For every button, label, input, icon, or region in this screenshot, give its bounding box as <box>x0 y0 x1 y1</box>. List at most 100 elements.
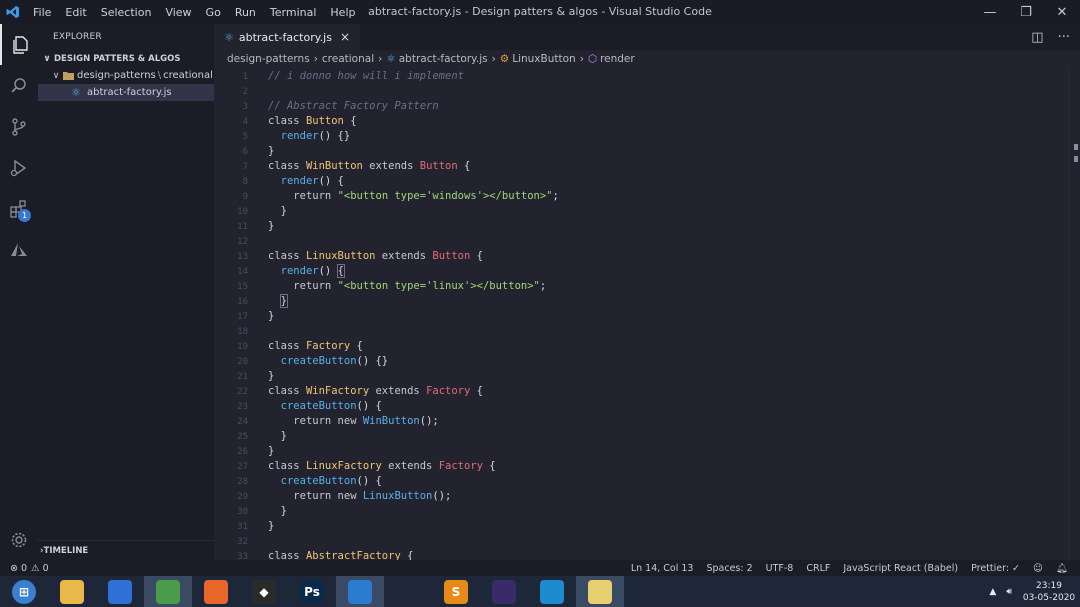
code-line[interactable]: 32 <box>214 534 1064 549</box>
code-line[interactable]: 24 return new WinButton(); <box>214 414 1064 429</box>
cursor-position[interactable]: Ln 14, Col 13 <box>631 563 694 574</box>
encoding[interactable]: UTF-8 <box>766 563 794 574</box>
indentation[interactable]: Spaces: 2 <box>706 563 752 574</box>
menu-item-selection[interactable]: Selection <box>94 6 159 19</box>
taskbar-app[interactable] <box>528 576 576 607</box>
code-line[interactable]: 29 return new LinuxButton(); <box>214 489 1064 504</box>
taskbar-app[interactable]: ⊞ <box>0 576 48 607</box>
line-number: 13 <box>237 252 248 262</box>
code-token: } <box>268 220 275 232</box>
taskbar-app[interactable] <box>480 576 528 607</box>
taskbar-app[interactable] <box>144 576 192 607</box>
folder-row-design-patterns[interactable]: ∨ design-patterns \ creational <box>38 67 214 84</box>
explorer-icon[interactable] <box>0 24 38 65</box>
menu-item-file[interactable]: File <box>26 6 58 19</box>
code-line[interactable]: 5 render() {} <box>214 129 1064 144</box>
file-row-abtract-factory[interactable]: ⚛ abtract-factory.js <box>38 84 214 101</box>
code-line[interactable]: 19 class Factory { <box>214 339 1064 354</box>
code-line[interactable]: 2 <box>214 84 1064 99</box>
taskbar-app[interactable] <box>384 576 432 607</box>
code-line[interactable]: 23 createButton() { <box>214 399 1064 414</box>
restore-icon[interactable]: ❐ <box>1008 0 1044 24</box>
code-line[interactable]: 13 class LinuxButton extends Button { <box>214 249 1064 264</box>
code-line[interactable]: 10 } <box>214 204 1064 219</box>
taskbar-app[interactable]: Ps <box>288 576 336 607</box>
taskbar-app[interactable] <box>48 576 96 607</box>
breadcrumb-file[interactable]: abtract-factory.js <box>399 53 488 65</box>
code-line[interactable]: 12 <box>214 234 1064 249</box>
split-editor-icon[interactable]: ◫ <box>1031 30 1043 45</box>
run-debug-icon[interactable] <box>0 147 38 188</box>
code-line[interactable]: 33 class AbstractFactory { <box>214 549 1064 560</box>
clock[interactable]: 23:19 03-05-2020 <box>1018 580 1080 604</box>
code-line[interactable]: 22 class WinFactory extends Factory { <box>214 384 1064 399</box>
code-line[interactable]: 3 // Abstract Factory Pattern <box>214 99 1064 114</box>
folder-icon <box>63 71 77 80</box>
code-token: return <box>293 280 338 292</box>
code-line[interactable]: 17} <box>214 309 1064 324</box>
line-number: 15 <box>237 282 248 292</box>
code-line[interactable]: 1 // i donno how will i implement <box>214 69 1064 84</box>
search-icon[interactable] <box>0 65 38 106</box>
feedback-icon[interactable]: ☺ <box>1033 563 1043 574</box>
taskbar-app[interactable] <box>192 576 240 607</box>
more-actions-icon[interactable]: ··· <box>1058 30 1070 45</box>
errors-count[interactable]: ⊗ 0 <box>10 563 27 574</box>
code-line[interactable]: 21} <box>214 369 1064 384</box>
volume-icon[interactable]: 🔊︎ <box>1006 587 1012 597</box>
code-line[interactable]: 6} <box>214 144 1064 159</box>
code-line[interactable]: 7 class WinButton extends Button { <box>214 159 1064 174</box>
code-line[interactable]: 27 class LinuxFactory extends Factory { <box>214 459 1064 474</box>
minimize-icon[interactable]: — <box>972 0 1008 24</box>
code-line[interactable]: 31} <box>214 519 1064 534</box>
menu-item-view[interactable]: View <box>158 6 198 19</box>
show-hidden-icons-icon[interactable]: ▲ <box>989 587 996 597</box>
scrollbar[interactable] <box>1068 67 1080 560</box>
source-control-icon[interactable] <box>0 106 38 147</box>
line-number: 23 <box>237 402 248 412</box>
code-token: } <box>279 294 289 308</box>
line-endings[interactable]: CRLF <box>806 563 830 574</box>
breadcrumb-class[interactable]: LinuxButton <box>512 53 575 65</box>
code-line[interactable]: 18 <box>214 324 1064 339</box>
prettier-status[interactable]: Prettier: ✓ <box>971 563 1020 574</box>
code-editor[interactable]: 1// i donno how will i implement 2 3// Abs… <box>214 67 1080 560</box>
taskbar-app[interactable]: ◆ <box>240 576 288 607</box>
taskbar-app[interactable] <box>96 576 144 607</box>
menu-item-edit[interactable]: Edit <box>58 6 93 19</box>
code-line[interactable]: 16 } <box>214 294 1064 309</box>
code-line[interactable]: 14 render() { <box>214 264 1064 279</box>
bell-icon[interactable]: 🔔︎ <box>1056 563 1068 574</box>
taskbar-app[interactable]: S <box>432 576 480 607</box>
code-line[interactable]: 28 createButton() { <box>214 474 1064 489</box>
breadcrumb-method[interactable]: render <box>600 53 635 65</box>
close-icon[interactable]: × <box>340 30 350 44</box>
code-line[interactable]: 4 class Button { <box>214 114 1064 129</box>
code-line[interactable]: 11} <box>214 219 1064 234</box>
code-line[interactable]: 26} <box>214 444 1064 459</box>
code-line[interactable]: 20 createButton() {} <box>214 354 1064 369</box>
breadcrumb-subfolder[interactable]: creational <box>322 53 374 65</box>
taskbar-app[interactable] <box>576 576 624 607</box>
breadcrumb-folder[interactable]: design-patterns <box>227 53 310 65</box>
code-line[interactable]: 25 } <box>214 429 1064 444</box>
tab-abtract-factory[interactable]: ⚛ abtract-factory.js × <box>214 24 361 50</box>
code-token: LinuxButton <box>305 250 376 262</box>
language-mode[interactable]: JavaScript React (Babel) <box>843 563 958 574</box>
workspace-section[interactable]: ∨ DESIGN PATTERS & ALGOS <box>38 50 214 67</box>
warnings-count[interactable]: ⚠ 0 <box>31 563 49 574</box>
code-line[interactable]: 15 return "<button type='linux'></button… <box>214 279 1064 294</box>
taskbar-app[interactable] <box>336 576 384 607</box>
menu-item-run[interactable]: Run <box>228 6 263 19</box>
menu-item-help[interactable]: Help <box>323 6 362 19</box>
menu-item-go[interactable]: Go <box>199 6 228 19</box>
code-line[interactable]: 8 render() { <box>214 174 1064 189</box>
code-line[interactable]: 9 return "<button type='windows'></butto… <box>214 189 1064 204</box>
timeline-section[interactable]: › TIMELINE <box>38 540 214 560</box>
azure-icon[interactable] <box>0 229 38 270</box>
close-window-icon[interactable]: ✕ <box>1044 0 1080 24</box>
gear-icon[interactable] <box>0 520 38 560</box>
extensions-icon[interactable]: 1 <box>0 188 38 229</box>
code-line[interactable]: 30 } <box>214 504 1064 519</box>
menu-item-terminal[interactable]: Terminal <box>263 6 324 19</box>
